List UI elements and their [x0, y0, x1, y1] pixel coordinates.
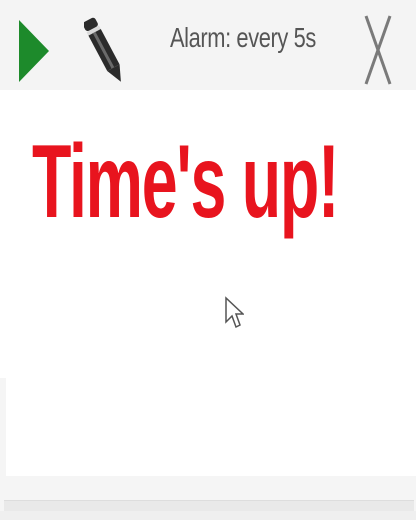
times-up-message: Time's up!	[32, 124, 340, 240]
bottom-strip	[0, 511, 416, 520]
play-button[interactable]	[17, 14, 51, 88]
window-title: Alarm: every 5s	[170, 22, 316, 53]
edit-button[interactable]	[82, 10, 124, 90]
pencil-icon	[82, 17, 121, 82]
play-icon	[19, 20, 49, 82]
alarm-content: Time's up!	[0, 90, 416, 378]
close-icon	[364, 15, 392, 85]
alarm-content-lower	[6, 378, 416, 476]
mouse-cursor	[224, 296, 245, 330]
close-button[interactable]	[360, 12, 396, 88]
alarm-window: Alarm: every 5s Time's up!	[0, 0, 416, 520]
pointer-icon	[225, 296, 245, 329]
horizontal-scrollbar[interactable]	[4, 500, 414, 511]
toolbar: Alarm: every 5s	[0, 0, 416, 90]
